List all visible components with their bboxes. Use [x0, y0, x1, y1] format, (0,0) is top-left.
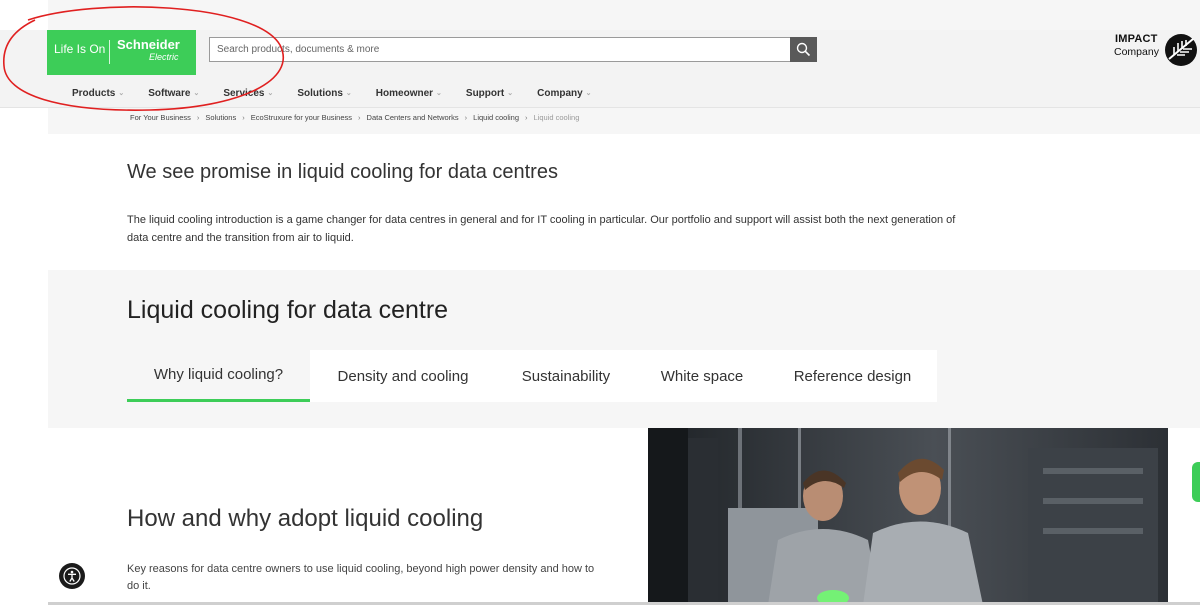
impact-company-badge[interactable]: IMPACT Company [1113, 33, 1200, 66]
nav-label: Software [148, 87, 191, 99]
accessibility-button[interactable] [59, 563, 85, 589]
tab-why-liquid-cooling[interactable]: Why liquid cooling? [127, 350, 310, 402]
tab-label: Why liquid cooling? [153, 366, 284, 383]
search-button[interactable] [790, 37, 817, 62]
breadcrumb-link[interactable]: EcoStruxure for your Business [251, 113, 352, 122]
breadcrumb-link[interactable]: Data Centers and Networks [367, 113, 459, 122]
intro-body: The liquid cooling introduction is a gam… [127, 214, 956, 244]
chevron-down-icon: ⌄ [118, 90, 125, 97]
nav-label: Solutions [297, 87, 343, 99]
schneider-logo[interactable]: Life Is On Schneider Electric [47, 30, 196, 75]
tab-white-space[interactable]: White space [636, 350, 768, 402]
breadcrumb: For Your Business › Solutions › EcoStruxur… [130, 113, 579, 122]
logo-divider [109, 40, 110, 64]
nav-label: Services [223, 87, 265, 99]
nav-label: Homeowner [375, 87, 434, 99]
tab-label: Density and cooling [337, 367, 469, 385]
tab-label: Sustainability [521, 367, 611, 385]
nav-label: Support [465, 87, 505, 99]
nav-services[interactable]: Services ⌄ [223, 84, 273, 102]
chat-tab-button[interactable] [1192, 462, 1200, 502]
chevron-right-icon: › [242, 113, 245, 122]
logo-brand: Schneider [117, 37, 180, 52]
intro-title: We see promise in liquid cooling for dat… [127, 161, 558, 183]
tab-label: Reference design [793, 367, 912, 385]
logo-tagline: Life Is On [54, 42, 106, 56]
breadcrumb-link[interactable]: For Your Business [130, 113, 191, 122]
section-title: Liquid cooling for data centre [127, 296, 449, 324]
impact-leaf-icon [1165, 34, 1197, 66]
nav-solutions[interactable]: Solutions ⌄ [297, 84, 351, 102]
chevron-down-icon: ⌄ [436, 90, 442, 97]
chevron-down-icon: ⌄ [193, 90, 200, 97]
tab-sustainability[interactable]: Sustainability [496, 350, 636, 402]
search-icon [796, 42, 811, 57]
nav-homeowner[interactable]: Homeowner ⌄ [376, 84, 442, 102]
search-box [209, 37, 817, 62]
engineers-image [648, 428, 1168, 605]
nav-products[interactable]: Products ⌄ [72, 84, 124, 102]
tab-density-and-cooling[interactable]: Density and cooling [310, 350, 496, 402]
chevron-right-icon: › [464, 113, 468, 122]
main-nav: Products ⌄ Software ⌄ Services ⌄ Solutions ⌄… [72, 84, 616, 102]
accessibility-icon [63, 567, 81, 585]
chevron-right-icon: › [196, 113, 200, 122]
nav-label: Products [72, 87, 116, 99]
nav-label: Company [537, 87, 583, 99]
nav-support[interactable]: Support ⌄ [466, 84, 513, 102]
chevron-down-icon: ⌄ [345, 90, 352, 97]
tab-label: White space [660, 367, 744, 385]
content-title: How and why adopt liquid cooling [127, 505, 484, 532]
chevron-down-icon: ⌄ [267, 90, 274, 97]
nav-software[interactable]: Software ⌄ [148, 84, 199, 102]
impact-line2: Company [1114, 46, 1159, 58]
intro-section [48, 134, 1200, 270]
breadcrumb-link[interactable]: Liquid cooling [473, 113, 519, 122]
chevron-right-icon: › [358, 113, 361, 122]
nav-company[interactable]: Company ⌄ [537, 84, 591, 102]
chevron-down-icon: ⌄ [585, 90, 592, 97]
breadcrumb-link[interactable]: Solutions [205, 113, 236, 122]
tab-reference-design[interactable]: Reference design [768, 350, 937, 402]
chevron-right-icon: › [525, 113, 528, 122]
chevron-down-icon: ⌄ [507, 90, 514, 97]
logo-brand-sub: Electric [149, 52, 179, 62]
impact-line1: IMPACT [1115, 33, 1158, 45]
content-body: Key reasons for data centre owners to us… [127, 563, 595, 592]
breadcrumb-current: Liquid cooling [533, 113, 580, 122]
search-input[interactable] [210, 38, 788, 61]
data-center-photo [648, 428, 1168, 605]
tab-bar: Why liquid cooling? Density and cooling … [127, 350, 937, 402]
